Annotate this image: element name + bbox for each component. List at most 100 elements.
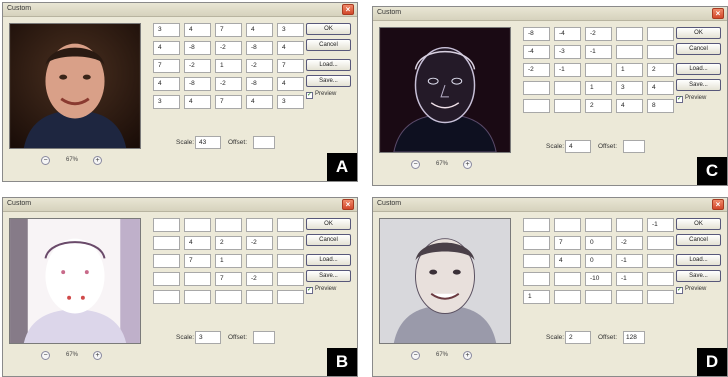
scale-field[interactable]: 2 bbox=[565, 331, 591, 344]
matrix-cell[interactable] bbox=[215, 218, 242, 232]
matrix-cell[interactable]: 2 bbox=[647, 63, 674, 77]
matrix-cell[interactable]: -1 bbox=[616, 272, 643, 286]
matrix-cell[interactable] bbox=[184, 272, 211, 286]
matrix-cell[interactable] bbox=[585, 290, 612, 304]
matrix-cell[interactable] bbox=[184, 290, 211, 304]
matrix-cell[interactable]: 1 bbox=[585, 81, 612, 95]
matrix-cell[interactable] bbox=[585, 63, 612, 77]
matrix-cell[interactable]: 0 bbox=[585, 254, 612, 268]
matrix-cell[interactable] bbox=[647, 290, 674, 304]
matrix-cell[interactable] bbox=[647, 45, 674, 59]
cancel-button[interactable]: Cancel bbox=[306, 39, 351, 51]
save-button[interactable]: Save... bbox=[676, 79, 721, 91]
matrix-cell[interactable] bbox=[246, 254, 273, 268]
matrix-cell[interactable] bbox=[647, 254, 674, 268]
matrix-cell[interactable]: 3 bbox=[277, 23, 304, 37]
matrix-cell[interactable]: 4 bbox=[184, 236, 211, 250]
matrix-cell[interactable]: 7 bbox=[215, 23, 242, 37]
matrix-cell[interactable] bbox=[554, 81, 581, 95]
matrix-cell[interactable] bbox=[523, 254, 550, 268]
matrix-cell[interactable] bbox=[277, 218, 304, 232]
matrix-cell[interactable]: 3 bbox=[153, 95, 180, 109]
matrix-cell[interactable]: 3 bbox=[153, 23, 180, 37]
matrix-cell[interactable] bbox=[277, 272, 304, 286]
matrix-cell[interactable] bbox=[184, 218, 211, 232]
load-button[interactable]: Load... bbox=[676, 63, 721, 75]
preview-checkbox[interactable]: ✓ bbox=[306, 287, 313, 294]
matrix-cell[interactable]: -2 bbox=[184, 59, 211, 73]
matrix-cell[interactable] bbox=[246, 218, 273, 232]
cancel-button[interactable]: Cancel bbox=[306, 234, 351, 246]
matrix-cell[interactable] bbox=[215, 290, 242, 304]
zoom-out-icon[interactable]: − bbox=[41, 351, 50, 360]
matrix-cell[interactable] bbox=[153, 290, 180, 304]
matrix-cell[interactable] bbox=[554, 272, 581, 286]
cancel-button[interactable]: Cancel bbox=[676, 43, 721, 55]
matrix-cell[interactable]: -2 bbox=[246, 272, 273, 286]
matrix-cell[interactable]: -4 bbox=[554, 27, 581, 41]
matrix-cell[interactable]: -3 bbox=[554, 45, 581, 59]
ok-button[interactable]: OK bbox=[306, 23, 351, 35]
close-icon[interactable]: × bbox=[712, 8, 724, 19]
matrix-cell[interactable] bbox=[277, 290, 304, 304]
matrix-cell[interactable]: 4 bbox=[277, 77, 304, 91]
matrix-cell[interactable]: -8 bbox=[184, 41, 211, 55]
save-button[interactable]: Save... bbox=[306, 75, 351, 87]
matrix-cell[interactable]: -8 bbox=[523, 27, 550, 41]
matrix-cell[interactable] bbox=[277, 236, 304, 250]
load-button[interactable]: Load... bbox=[676, 254, 721, 266]
matrix-cell[interactable] bbox=[616, 27, 643, 41]
zoom-in-icon[interactable]: + bbox=[93, 156, 102, 165]
matrix-cell[interactable]: -1 bbox=[554, 63, 581, 77]
matrix-cell[interactable]: 4 bbox=[184, 23, 211, 37]
ok-button[interactable]: OK bbox=[676, 218, 721, 230]
ok-button[interactable]: OK bbox=[676, 27, 721, 39]
matrix-cell[interactable]: 4 bbox=[277, 41, 304, 55]
matrix-cell[interactable]: -2 bbox=[523, 63, 550, 77]
matrix-cell[interactable]: 4 bbox=[554, 254, 581, 268]
offset-field[interactable] bbox=[253, 331, 275, 344]
matrix-cell[interactable] bbox=[616, 290, 643, 304]
matrix-cell[interactable]: 2 bbox=[215, 236, 242, 250]
matrix-cell[interactable] bbox=[585, 218, 612, 232]
matrix-cell[interactable]: -10 bbox=[585, 272, 612, 286]
matrix-cell[interactable]: -2 bbox=[246, 236, 273, 250]
matrix-cell[interactable] bbox=[554, 218, 581, 232]
matrix-cell[interactable]: 1 bbox=[523, 290, 550, 304]
scale-field[interactable]: 4 bbox=[565, 140, 591, 153]
load-button[interactable]: Load... bbox=[306, 254, 351, 266]
scale-field[interactable]: 3 bbox=[195, 331, 221, 344]
preview-checkbox[interactable]: ✓ bbox=[676, 287, 683, 294]
matrix-cell[interactable]: 8 bbox=[647, 99, 674, 113]
zoom-out-icon[interactable]: − bbox=[41, 156, 50, 165]
cancel-button[interactable]: Cancel bbox=[676, 234, 721, 246]
matrix-cell[interactable]: 1 bbox=[215, 59, 242, 73]
matrix-cell[interactable]: -2 bbox=[215, 77, 242, 91]
matrix-cell[interactable]: 1 bbox=[215, 254, 242, 268]
matrix-cell[interactable]: -8 bbox=[184, 77, 211, 91]
matrix-cell[interactable]: -1 bbox=[647, 218, 674, 232]
save-button[interactable]: Save... bbox=[306, 270, 351, 282]
matrix-cell[interactable] bbox=[647, 272, 674, 286]
offset-field[interactable] bbox=[253, 136, 275, 149]
matrix-cell[interactable]: 2 bbox=[585, 99, 612, 113]
matrix-cell[interactable] bbox=[554, 99, 581, 113]
matrix-cell[interactable]: 7 bbox=[153, 59, 180, 73]
matrix-cell[interactable]: 4 bbox=[647, 81, 674, 95]
matrix-cell[interactable]: 1 bbox=[616, 63, 643, 77]
close-icon[interactable]: × bbox=[712, 199, 724, 210]
zoom-in-icon[interactable]: + bbox=[463, 351, 472, 360]
matrix-cell[interactable]: 0 bbox=[585, 236, 612, 250]
matrix-cell[interactable]: -8 bbox=[246, 77, 273, 91]
matrix-cell[interactable]: 7 bbox=[184, 254, 211, 268]
matrix-cell[interactable]: -8 bbox=[246, 41, 273, 55]
matrix-cell[interactable] bbox=[554, 290, 581, 304]
matrix-cell[interactable] bbox=[246, 290, 273, 304]
matrix-cell[interactable]: -2 bbox=[215, 41, 242, 55]
save-button[interactable]: Save... bbox=[676, 270, 721, 282]
matrix-cell[interactable]: 4 bbox=[184, 95, 211, 109]
matrix-cell[interactable] bbox=[153, 272, 180, 286]
matrix-cell[interactable] bbox=[616, 218, 643, 232]
matrix-cell[interactable]: 7 bbox=[215, 272, 242, 286]
matrix-cell[interactable]: 7 bbox=[215, 95, 242, 109]
